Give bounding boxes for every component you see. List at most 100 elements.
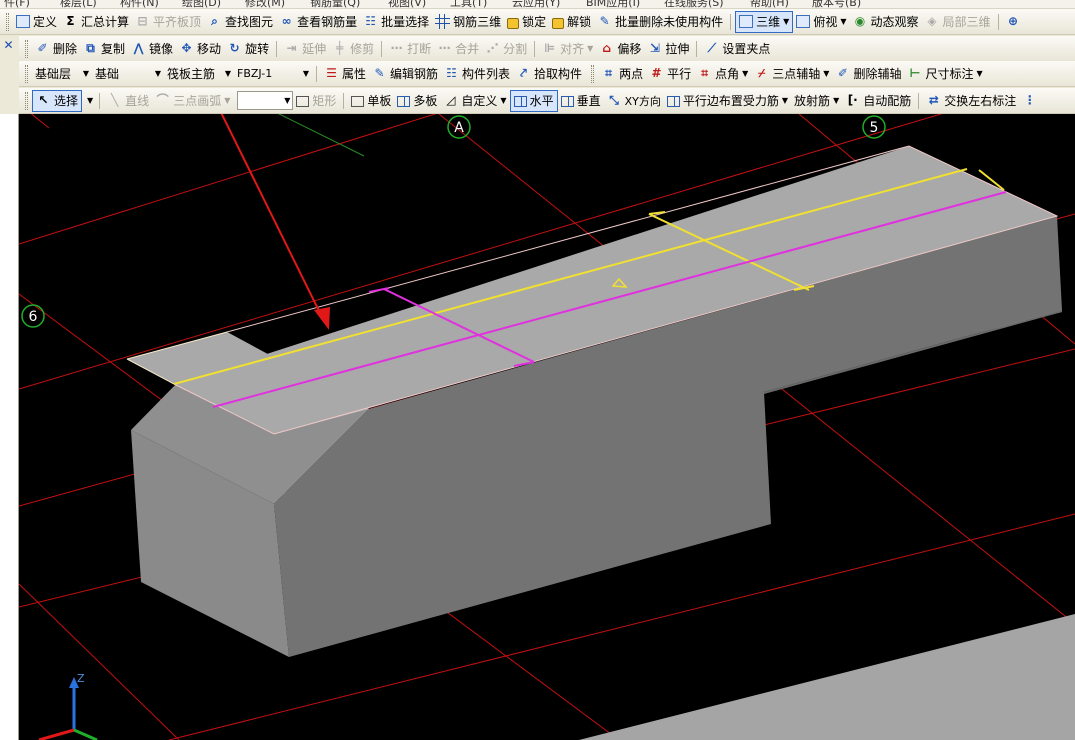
- copy-icon: ⧉: [86, 41, 95, 55]
- menu-element[interactable]: 构件(N): [120, 0, 159, 8]
- orbit-label: 动态观察: [870, 15, 919, 29]
- mirror-icon: ⋀: [133, 41, 144, 55]
- view-rebar-button[interactable]: ∞ 查看钢筋量: [276, 11, 360, 33]
- multi-slab-button[interactable]: 多板: [394, 90, 440, 112]
- menu-file[interactable]: 件(F): [4, 0, 30, 8]
- summary-button[interactable]: Σ 汇总计算: [60, 11, 132, 33]
- define-icon: [16, 15, 30, 28]
- batch-select-button[interactable]: ☷ 批量选择: [360, 11, 432, 33]
- extend-button[interactable]: ⇥ 延伸: [281, 38, 329, 60]
- mirror-button[interactable]: ⋀ 镜像: [128, 38, 176, 60]
- parallel-edge-button[interactable]: 平行边布置受力筋 ▼: [664, 90, 791, 112]
- extend-label: 延伸: [302, 42, 327, 56]
- trim-button[interactable]: ╪ 修剪: [329, 38, 377, 60]
- three-d-button[interactable]: 三维 ▼: [735, 10, 794, 33]
- move-label: 移动: [197, 42, 222, 56]
- rect-button[interactable]: 矩形: [293, 90, 339, 112]
- element-list-button[interactable]: ☷ 构件列表: [441, 63, 513, 85]
- menu-rebar[interactable]: 钢筋量(Q): [310, 0, 360, 8]
- pointer-arrow: [220, 114, 330, 330]
- three-point-aux-button[interactable]: ⌿ 三点辅轴 ▼: [751, 63, 832, 85]
- edit-rebar-icon: ✎: [374, 66, 385, 80]
- element-type-select[interactable]: 筏板主筋 ▼: [164, 64, 234, 83]
- custom-button[interactable]: ◿ 自定义 ▼: [440, 90, 509, 112]
- menu-online[interactable]: 在线服务(S): [664, 0, 724, 8]
- move-button[interactable]: ✥ 移动: [176, 38, 224, 60]
- toolbar-grip[interactable]: [6, 12, 9, 31]
- horizontal-button[interactable]: 水平: [509, 89, 558, 112]
- toolbar-grip[interactable]: [25, 39, 28, 58]
- break-label: 打断: [407, 42, 432, 56]
- binoculars-icon: ⌕: [211, 14, 218, 28]
- offset-button[interactable]: ⌂ 偏移: [596, 38, 644, 60]
- menu-floor[interactable]: 楼层(L): [60, 0, 97, 8]
- align-top-button[interactable]: ⊟ 平齐板顶: [132, 11, 204, 33]
- orbit-button[interactable]: ◉ 动态观察: [850, 11, 922, 33]
- eraser-icon: ✐: [37, 41, 48, 55]
- xy-dir-button[interactable]: ⤡ XY方向: [604, 90, 664, 112]
- toolbar-grip[interactable]: [25, 91, 28, 110]
- menu-bim[interactable]: BIM应用(I): [586, 0, 640, 8]
- batch-delete-button[interactable]: ✎ 批量删除未使用构件: [594, 11, 726, 33]
- menu-draw[interactable]: 绘图(D): [182, 0, 221, 8]
- vertical-button[interactable]: 垂直: [558, 90, 604, 112]
- raft-slab[interactable]: [126, 145, 1062, 657]
- layer-select[interactable]: 基础层 ▼: [32, 64, 92, 83]
- auto-rebar-button[interactable]: [· 自动配筋: [842, 90, 914, 112]
- delete-aux-button[interactable]: ✐ 删除辅轴: [832, 63, 904, 85]
- define-button[interactable]: 定义: [13, 11, 60, 33]
- select-dropdown[interactable]: ▼: [82, 90, 95, 112]
- parallel-button[interactable]: # 平行: [646, 63, 694, 85]
- break-button[interactable]: ⋯ 打断: [386, 38, 434, 60]
- menu-version[interactable]: 版本号(B): [812, 0, 861, 8]
- toolbar-grip[interactable]: [591, 64, 595, 83]
- arc-mode-select[interactable]: ▼: [237, 91, 294, 110]
- category-select[interactable]: 基础 ▼: [92, 64, 164, 83]
- menu-help[interactable]: 帮助(H): [750, 0, 789, 8]
- unlock-button[interactable]: 解锁: [549, 11, 594, 33]
- set-grip-button[interactable]: ⟋ 设置夹点: [701, 38, 773, 60]
- more-button[interactable]: ⋮: [1019, 90, 1043, 112]
- dimension-button[interactable]: ⊢ 尺寸标注 ▼: [904, 63, 985, 85]
- arc-button[interactable]: ⌒ 三点画弧 ▼: [152, 90, 233, 112]
- line-button[interactable]: ╲ 直线: [104, 90, 152, 112]
- menu-tools[interactable]: 工具(T): [450, 0, 487, 8]
- toolbar-grip[interactable]: [25, 64, 28, 83]
- auto-rebar-icon: [·: [847, 93, 858, 107]
- 3d-viewport[interactable]: A 5 6 Z: [19, 114, 1075, 740]
- offset-icon: ⌂: [602, 41, 612, 55]
- select-button[interactable]: ↖ 选择: [32, 89, 83, 112]
- close-icon[interactable]: ✕: [2, 39, 15, 52]
- menu-modify[interactable]: 修改(M): [245, 0, 285, 8]
- custom-label: 自定义: [461, 94, 498, 108]
- separator: [381, 40, 383, 57]
- rotate-label: 旋转: [245, 42, 270, 56]
- point-angle-button[interactable]: ⌗ 点角 ▼: [694, 63, 751, 85]
- copy-button[interactable]: ⧉ 复制: [80, 38, 128, 60]
- two-points-button[interactable]: ⌗ 两点: [598, 63, 646, 85]
- pick-element-button[interactable]: ⤤ 拾取构件: [513, 63, 585, 85]
- radial-button[interactable]: 放射筋 ▼: [791, 90, 842, 112]
- element-name-select[interactable]: FBZJ-1 ▼: [234, 64, 312, 83]
- edit-rebar-button[interactable]: ✎ 编辑钢筋: [369, 63, 441, 85]
- swap-label-button[interactable]: ⇄ 交换左右标注: [923, 90, 1019, 112]
- align-button[interactable]: ⊫ 对齐 ▼: [539, 38, 596, 60]
- viewport-canvas[interactable]: A 5 6 Z: [19, 114, 1075, 740]
- properties-button[interactable]: ☰ 属性: [321, 63, 369, 85]
- stretch-button[interactable]: ⇲ 拉伸: [644, 38, 692, 60]
- split-button[interactable]: ⋰ 分割: [482, 38, 530, 60]
- menu-view[interactable]: 视图(V): [388, 0, 426, 8]
- menu-cloud[interactable]: 云应用(Y): [512, 0, 560, 8]
- lock-button[interactable]: 锁定: [504, 11, 549, 33]
- delete-button[interactable]: ✐ 删除: [32, 38, 80, 60]
- zoom-button[interactable]: ⊕: [1003, 11, 1027, 33]
- grip-point-icon: ⟋: [707, 41, 717, 55]
- rebar-3d-button[interactable]: 钢筋三维: [432, 11, 504, 33]
- top-view-button[interactable]: 俯视 ▼: [793, 11, 849, 33]
- element-list-label: 构件列表: [462, 67, 511, 81]
- single-slab-button[interactable]: 单板: [348, 90, 394, 112]
- local-3d-button[interactable]: ◈ 局部三维: [922, 11, 994, 33]
- find-element-button[interactable]: ⌕ 查找图元: [204, 11, 276, 33]
- merge-button[interactable]: ⋯ 合并: [434, 38, 482, 60]
- rotate-button[interactable]: ↻ 旋转: [224, 38, 272, 60]
